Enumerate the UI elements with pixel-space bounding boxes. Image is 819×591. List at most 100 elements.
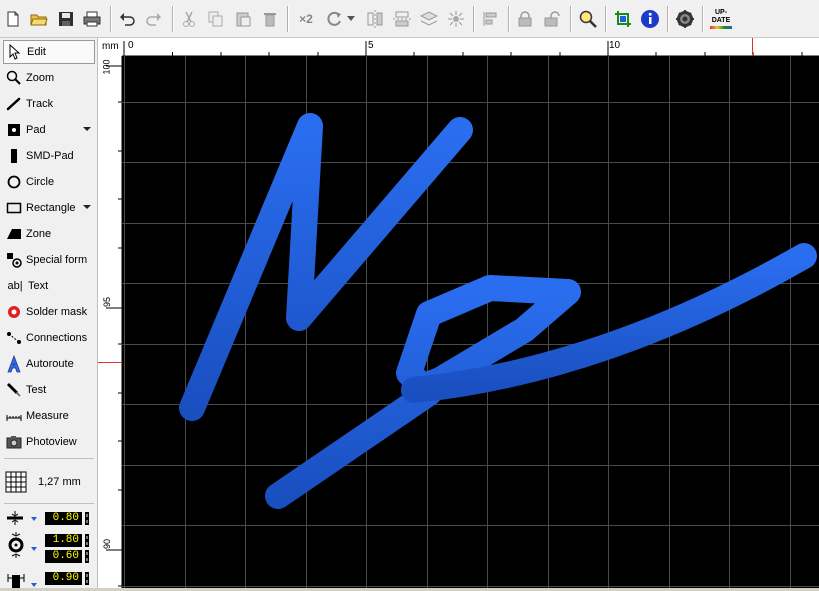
pad-outer-spinner[interactable] (85, 534, 89, 547)
pad-icon (4, 120, 24, 140)
rectangle-dropdown-arrow[interactable] (83, 205, 91, 209)
undo-icon[interactable] (117, 8, 137, 30)
tool-circle[interactable]: Circle (3, 170, 95, 194)
tool-label: Connections (26, 332, 88, 344)
tool-label: Rectangle (26, 202, 76, 214)
info-icon[interactable] (640, 8, 660, 30)
update-label-top: UP- (714, 9, 728, 16)
pad-outer-field[interactable]: 1.80 (45, 534, 82, 547)
grid-icon (4, 470, 28, 494)
paste-icon[interactable] (233, 8, 253, 30)
tool-label: SMD-Pad (26, 150, 74, 162)
tool-zoom[interactable]: Zoom (3, 66, 95, 90)
circle-icon (4, 172, 24, 192)
new-file-icon[interactable] (3, 8, 23, 30)
track-icon (4, 94, 24, 114)
save-icon[interactable] (56, 8, 76, 30)
pad-inner-spinner[interactable] (85, 550, 89, 563)
tool-photoview[interactable]: Photoview (3, 430, 95, 454)
open-folder-icon[interactable] (29, 8, 49, 30)
zoom-icon[interactable] (578, 8, 598, 30)
pad-size-icon (6, 532, 26, 561)
tool-autoroute[interactable]: Autoroute (3, 352, 95, 376)
explode-icon[interactable] (446, 8, 466, 30)
tool-pad[interactable]: Pad (3, 118, 95, 142)
smd-size-dropdown[interactable] (31, 583, 37, 587)
track-width-icon (5, 511, 27, 528)
tool-label: Zone (26, 228, 52, 240)
lock-icon[interactable] (515, 8, 535, 30)
ruler-horizontal-ticks (123, 38, 803, 56)
rectangle-icon (4, 198, 24, 218)
magnifier-icon (4, 68, 24, 88)
tool-test[interactable]: Test (3, 378, 95, 402)
smd-pad-icon (4, 146, 24, 166)
tool-edit[interactable]: Edit (3, 40, 95, 64)
ruler-unit: mm (102, 41, 119, 52)
ruler-horizontal: 0 5 10 (122, 38, 819, 56)
track-width-spinner[interactable] (85, 512, 89, 525)
tool-track[interactable]: Track (3, 92, 95, 116)
ruler-vertical: 100 95 90 (98, 56, 122, 588)
measure-icon (4, 406, 24, 426)
pad-size-dropdown[interactable] (31, 547, 37, 551)
tool-label: Circle (26, 176, 55, 188)
print-icon[interactable] (82, 8, 102, 30)
pad-dropdown-arrow[interactable] (83, 127, 91, 131)
tool-special-form[interactable]: Special form (3, 248, 95, 272)
ruler-vertical-ticks (98, 65, 122, 587)
solder-mask-icon (4, 302, 24, 322)
pcb-canvas[interactable] (122, 56, 819, 588)
smd-size-spinner[interactable] (85, 572, 89, 585)
grid-selector[interactable]: 1,27 mm (3, 468, 95, 496)
zone-icon (4, 224, 24, 244)
ruler-top-label: 10 (609, 40, 621, 51)
test-icon (4, 380, 24, 400)
sidebar-divider (4, 503, 94, 504)
tool-rectangle[interactable]: Rectangle (3, 196, 95, 220)
tool-label: Solder mask (26, 306, 88, 318)
connections-icon (4, 328, 24, 348)
tool-label: Photoview (26, 436, 77, 448)
mirror-horizontal-icon[interactable] (392, 8, 412, 30)
delete-icon[interactable] (260, 8, 280, 30)
duplicate-icon[interactable]: ×2 (294, 8, 318, 30)
track-width-dropdown[interactable] (31, 517, 37, 521)
mirror-vertical-icon[interactable] (365, 8, 385, 30)
rotate-icon[interactable] (325, 8, 345, 30)
pcb-drawing (122, 56, 819, 588)
crop-icon[interactable] (613, 8, 633, 30)
redo-icon[interactable] (144, 8, 164, 30)
unlock-icon[interactable] (542, 8, 562, 30)
text-icon: ab| (7, 280, 23, 292)
tool-smd-pad[interactable]: SMD-Pad (3, 144, 95, 168)
main-toolbar: ×2 UP- DATE (0, 0, 819, 38)
ruler-top-label: 5 (368, 40, 374, 51)
tool-label: Track (26, 98, 54, 110)
cut-icon[interactable] (179, 8, 199, 30)
track-width-field[interactable]: 0.80 (45, 512, 82, 525)
rotate-dropdown[interactable] (346, 8, 356, 30)
align-icon[interactable] (481, 8, 501, 30)
grid-value: 1,27 mm (38, 476, 81, 488)
tool-label: Edit (27, 46, 46, 58)
duplicate-label: ×2 (299, 12, 313, 26)
tool-connections[interactable]: Connections (3, 326, 95, 350)
tool-text[interactable]: ab| Text (3, 274, 95, 298)
tool-zone[interactable]: Zone (3, 222, 95, 246)
tool-solder-mask[interactable]: Solder mask (3, 300, 95, 324)
copy-icon[interactable] (206, 8, 226, 30)
update-label-bottom: DATE (711, 17, 731, 24)
ruler-top-label: 0 (128, 40, 134, 51)
update-colorbar (710, 26, 732, 29)
signature-track (179, 113, 817, 509)
update-icon[interactable]: UP- DATE (709, 8, 733, 30)
settings-icon[interactable] (675, 8, 695, 30)
camera-icon (4, 432, 24, 452)
pad-inner-field[interactable]: 0.60 (45, 550, 82, 563)
tool-measure[interactable]: Measure (3, 404, 95, 428)
ruler-left-label: 90 (102, 538, 113, 550)
flip-layer-icon[interactable] (419, 8, 439, 30)
tool-label: Measure (26, 410, 69, 422)
smd-size-field[interactable]: 0.90 (45, 572, 82, 585)
